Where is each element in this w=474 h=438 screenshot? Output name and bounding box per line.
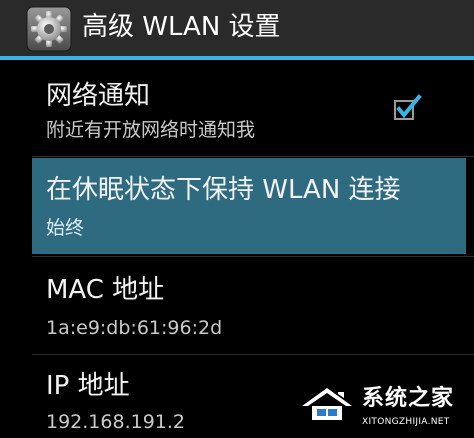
settings-gear-icon[interactable] [26,6,72,52]
pref-summary: 始终 [46,217,85,239]
system-house-logo-icon [302,388,352,420]
ip-address-value: 192.168.191.2 [46,411,186,433]
pref-keep-wlan-during-sleep[interactable]: 在休眠状态下保持 WLAN 连接 始终 [0,158,474,254]
pref-network-notification[interactable]: 网络通知 附近有开放网络时通知我 [0,60,474,155]
pref-title: IP 地址 [46,371,130,401]
watermark: 系统之家 XITONGZHIJIA.NET [296,380,474,438]
pref-title: 网络通知 [46,81,151,111]
list-divider [32,354,474,355]
list-divider [32,156,474,157]
pref-mac-address: MAC 地址 1a:e9:db:61:96:2d [0,258,474,354]
pref-summary: 附近有开放网络时通知我 [46,119,256,141]
pref-title: MAC 地址 [46,275,165,305]
watermark-name: 系统之家 [362,386,455,411]
list-divider [32,256,474,257]
mac-address-value: 1a:e9:db:61:96:2d [46,317,223,339]
pref-title: 在休眠状态下保持 WLAN 连接 [46,175,401,205]
action-bar: 高级 WLAN 设置 [0,0,474,56]
watermark-url: XITONGZHIJIA.NET [362,417,450,427]
page-title: 高级 WLAN 设置 [82,12,281,42]
row-highlight [32,158,466,254]
checkbox-checked-icon[interactable] [392,92,422,122]
